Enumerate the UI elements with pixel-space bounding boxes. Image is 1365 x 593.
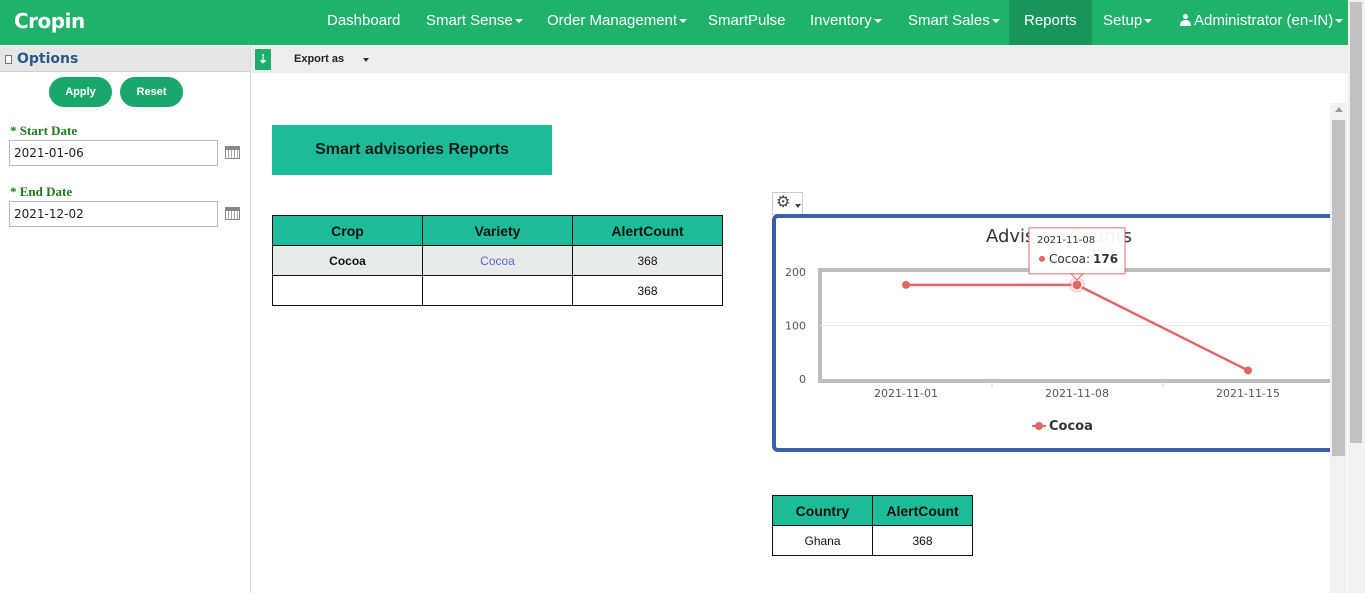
chevron-down-icon[interactable] xyxy=(363,58,369,62)
data-point xyxy=(902,280,910,289)
tooltip-colon: : xyxy=(1086,252,1090,266)
content-scrollbar[interactable] xyxy=(1330,103,1347,593)
chart-settings-button[interactable]: ⚙ xyxy=(772,192,803,215)
cropin-logo[interactable]: Cropin xyxy=(14,9,85,33)
crop_table-header-variety[interactable]: Variety xyxy=(422,215,573,246)
options-title: Options xyxy=(17,51,79,67)
tooltip-value: 176 xyxy=(1093,252,1118,266)
apply-button[interactable]: Apply xyxy=(49,77,112,107)
nav-item-label: Smart Sales xyxy=(908,12,990,29)
x-tick-label: 2021-11-15 xyxy=(1216,387,1280,400)
nav-item-reports[interactable]: Reports xyxy=(1009,0,1092,45)
table-cell xyxy=(422,275,573,306)
series-line-cocoa xyxy=(906,283,1249,372)
chevron-down-icon xyxy=(1144,19,1153,24)
nav-item-label: Order Management xyxy=(547,12,678,29)
nav-item-smart-sense[interactable]: Smart Sense xyxy=(411,0,538,45)
country_table-header-country[interactable]: Country xyxy=(772,495,873,526)
scroll-up-icon[interactable] xyxy=(1335,107,1343,112)
chevron-down-icon xyxy=(1335,19,1344,24)
report-toolbar: ⇣ Export as xyxy=(251,45,1348,73)
nav-item-dashboard[interactable]: Dashboard xyxy=(312,0,415,45)
tooltip-series: Cocoa xyxy=(1049,252,1086,266)
table-cell: Cocoa xyxy=(272,245,423,276)
nav-item-label: SmartPulse xyxy=(708,12,786,29)
start-date-calendar-icon[interactable] xyxy=(225,146,240,159)
legend-marker xyxy=(1035,422,1043,430)
legend-label: Cocoa xyxy=(1049,419,1093,434)
export-as-dropdown[interactable]: Export as xyxy=(294,53,344,65)
nav-item-inventory[interactable]: Inventory xyxy=(795,0,897,45)
chevron-down-icon xyxy=(873,19,882,24)
reset-button[interactable]: Reset xyxy=(120,77,183,107)
page-scrollbar-thumb[interactable] xyxy=(1350,2,1362,443)
table-cell: Ghana xyxy=(772,525,873,556)
table-cell: 368 xyxy=(572,245,723,276)
end-date-label: * End Date xyxy=(10,184,73,199)
table-row: 368 xyxy=(272,275,723,306)
country-alert-table: Country AlertCount Ghana 368 xyxy=(772,495,973,556)
crop-alert-table: Crop Variety AlertCount Cocoa Cocoa 368 368 xyxy=(272,215,723,306)
x-tick-label: 2021-11-08 xyxy=(1045,387,1109,400)
user-menu-label: Administrator (en-IN) xyxy=(1194,12,1334,29)
end-date-input[interactable] xyxy=(9,201,218,227)
y-tick-label: 200 xyxy=(785,266,806,279)
nav-item-label: Setup xyxy=(1103,12,1143,29)
start-date-label: * Start Date xyxy=(10,123,78,138)
tooltip-date: 2021-11-08 xyxy=(1037,235,1095,246)
tooltip-marker xyxy=(1039,255,1045,262)
table-cell: 368 xyxy=(872,525,973,556)
content-scrollbar-thumb[interactable] xyxy=(1332,120,1345,456)
advisory-chart-panel: 0 100 200 2021-11-01 2021-11-08 2021-11-15 Adv… xyxy=(772,214,1338,452)
options-header[interactable]: Options xyxy=(0,46,250,72)
collapse-panel-icon[interactable] xyxy=(5,55,12,64)
export-icon[interactable]: ⇣ xyxy=(255,49,271,70)
options-sidebar: Options Apply Reset * Start Date * End D… xyxy=(0,45,251,593)
start-date-input[interactable] xyxy=(9,140,218,166)
report-title: Smart advisories Reports xyxy=(272,125,552,175)
crop_table-header-alertcount[interactable]: AlertCount xyxy=(572,215,723,246)
nav-item-smart-sales[interactable]: Smart Sales xyxy=(893,0,1015,45)
nav-item-label: Inventory xyxy=(810,12,872,29)
data-point xyxy=(1071,279,1083,291)
nav-item-label: Dashboard xyxy=(327,12,401,29)
table-row: Ghana 368 xyxy=(772,525,973,556)
advisory-line-chart: 01002002021-11-01 2021-11-08 2021-11-15Adv… xyxy=(785,226,1338,434)
crop_table-header-crop[interactable]: Crop xyxy=(272,215,423,246)
nav-item-setup[interactable]: Setup xyxy=(1088,0,1167,45)
table-cell[interactable]: Cocoa xyxy=(422,245,573,276)
end-date-calendar-icon[interactable] xyxy=(225,207,240,220)
nav-item-label: Reports xyxy=(1024,12,1077,29)
nav-item-order-management[interactable]: Order Management xyxy=(532,0,702,45)
x-tick-label: 2021-11-01 xyxy=(874,387,938,400)
table-cell xyxy=(272,275,423,306)
table-cell: 368 xyxy=(572,275,723,306)
data-point xyxy=(1244,366,1252,375)
chevron-down-icon xyxy=(679,19,688,24)
chevron-down-icon xyxy=(795,204,801,208)
table-row: Cocoa Cocoa 368 xyxy=(272,245,723,276)
country_table-header-alertcount[interactable]: AlertCount xyxy=(872,495,973,526)
top-nav-bar: Cropin Dashboard Smart Sense Order Managem… xyxy=(0,0,1348,45)
user-icon xyxy=(1180,14,1191,26)
y-tick-label: 100 xyxy=(785,320,806,333)
chevron-down-icon xyxy=(514,19,523,24)
nav-item-user-menu[interactable]: Administrator (en-IN) xyxy=(1165,0,1358,45)
y-tick-label: 0 xyxy=(799,373,806,386)
chevron-down-icon xyxy=(991,19,1000,24)
nav-item-smartpulse[interactable]: SmartPulse xyxy=(693,0,801,45)
nav-item-label: Smart Sense xyxy=(426,12,513,29)
gear-icon: ⚙ xyxy=(776,194,791,211)
page-scrollbar[interactable] xyxy=(1348,0,1365,593)
